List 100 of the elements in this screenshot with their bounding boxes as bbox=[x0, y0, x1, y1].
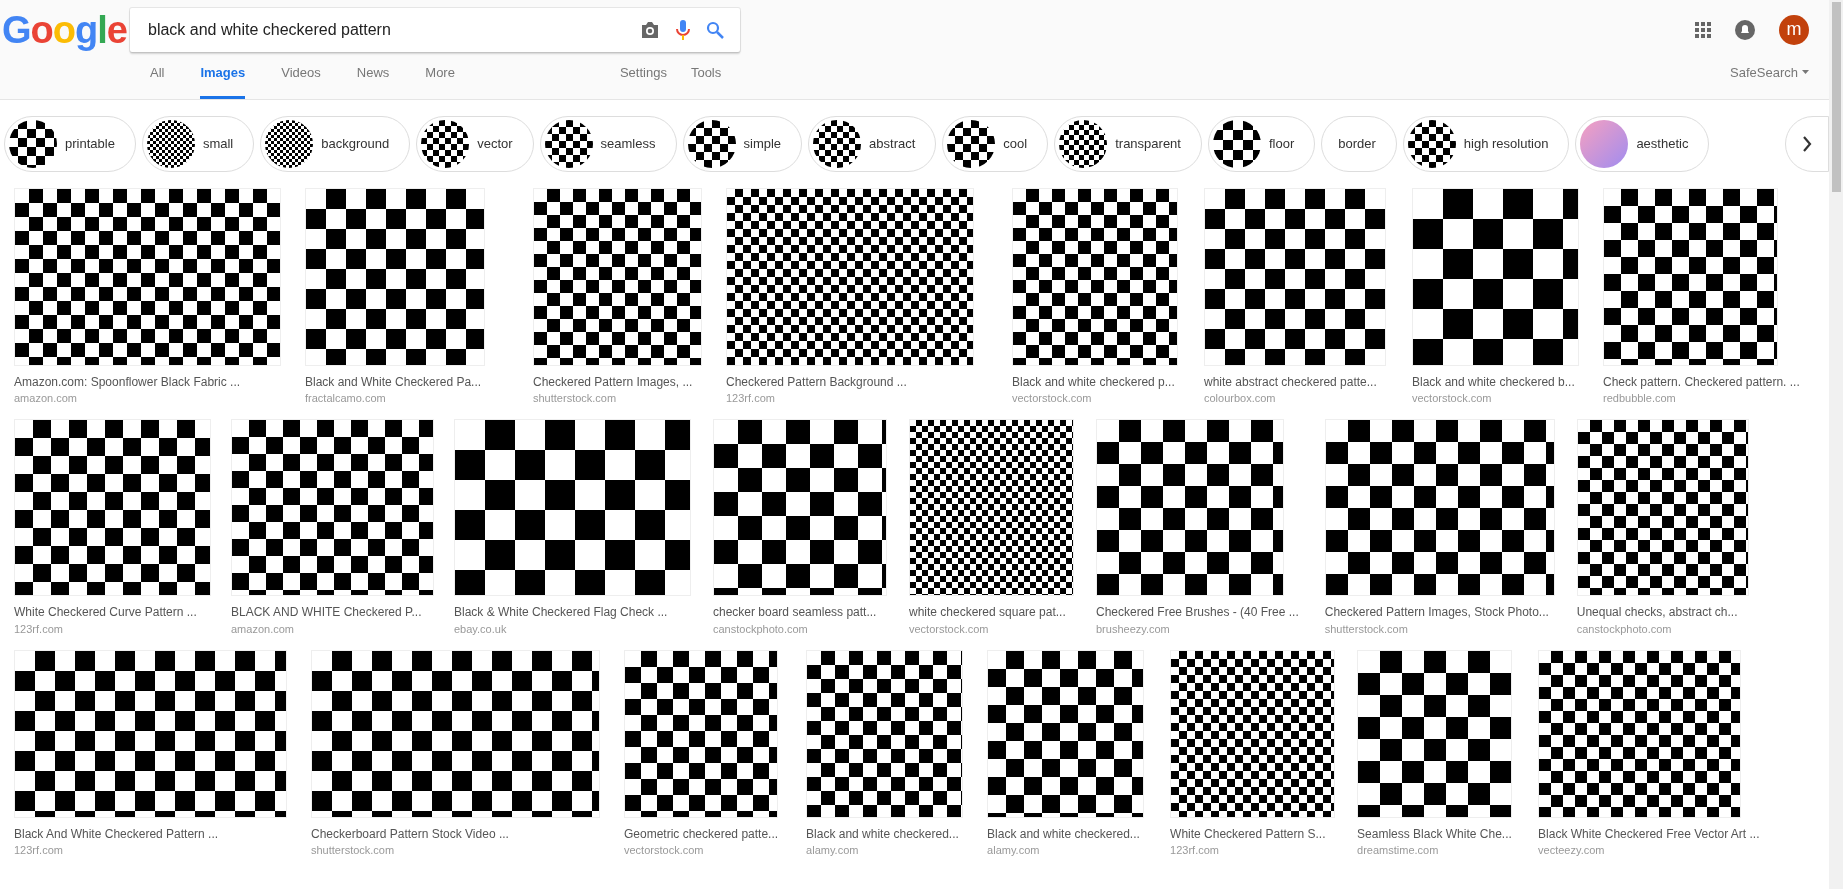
result-title[interactable]: Amazon.com: Spoonflower Black Fabric ... bbox=[14, 374, 281, 392]
result-image[interactable] bbox=[713, 419, 887, 597]
chip-thumbnail bbox=[265, 120, 314, 168]
result-source: alamy.com bbox=[987, 843, 1041, 859]
result-source: shutterstock.com bbox=[1324, 621, 1409, 637]
filter-chip[interactable]: floor bbox=[1207, 116, 1316, 172]
result-image[interactable] bbox=[1603, 188, 1778, 366]
result-title[interactable]: Black and white checkered... bbox=[806, 825, 964, 844]
result-source: vecteezy.com bbox=[1538, 843, 1606, 859]
result-image[interactable] bbox=[624, 649, 778, 818]
result-image[interactable] bbox=[1412, 188, 1579, 366]
result-image[interactable] bbox=[454, 419, 691, 597]
result-image[interactable] bbox=[1357, 649, 1513, 818]
result-image[interactable] bbox=[311, 649, 600, 818]
result-image[interactable] bbox=[987, 649, 1145, 818]
result-image[interactable] bbox=[14, 188, 281, 366]
filter-chip[interactable]: printable bbox=[4, 116, 136, 172]
result-title[interactable]: White Checkered Curve Pattern ... bbox=[14, 604, 211, 622]
result-title[interactable]: Checkered Pattern Images, ... bbox=[533, 374, 702, 392]
filter-chip[interactable]: border bbox=[1321, 116, 1397, 172]
scrollbar[interactable] bbox=[1829, 0, 1843, 889]
account-avatar[interactable]: m bbox=[1779, 15, 1809, 45]
result-image[interactable] bbox=[1012, 188, 1178, 366]
result-image[interactable] bbox=[533, 188, 702, 366]
result-image[interactable] bbox=[1170, 649, 1336, 818]
result-title[interactable]: checker board seamless patt... bbox=[713, 604, 887, 622]
result-source: amazon.com bbox=[231, 621, 295, 637]
result-title[interactable]: Checkered Free Brushes - (40 Free ... bbox=[1096, 604, 1299, 622]
result-source: 123rf.com bbox=[726, 391, 776, 407]
chip-thumbnail bbox=[1580, 120, 1629, 168]
result-title[interactable]: Black and white checkered b... bbox=[1412, 374, 1579, 392]
chip-thumbnail bbox=[687, 120, 736, 168]
tab[interactable]: Videos bbox=[281, 56, 321, 99]
filter-chip[interactable]: abstract bbox=[808, 116, 937, 172]
camera-icon[interactable] bbox=[640, 21, 660, 39]
filter-chip[interactable]: aesthetic bbox=[1575, 116, 1710, 172]
filter-chip[interactable]: transparent bbox=[1054, 116, 1202, 172]
filter-chip[interactable]: cool bbox=[942, 116, 1049, 172]
result-title[interactable]: Seamless Black White Che... bbox=[1357, 825, 1513, 844]
result-image[interactable] bbox=[1538, 649, 1742, 818]
notification-bell-icon[interactable] bbox=[1735, 20, 1755, 40]
result-image[interactable] bbox=[1576, 419, 1749, 597]
result-title[interactable]: Black & White Checkered Flag Check ... bbox=[454, 604, 691, 622]
search-icon[interactable] bbox=[706, 21, 724, 39]
result-image[interactable] bbox=[909, 419, 1074, 597]
caret-icon bbox=[1802, 70, 1809, 75]
result-source: vectorstock.com bbox=[1012, 391, 1093, 407]
result-image[interactable] bbox=[1204, 188, 1386, 366]
result-title[interactable]: Geometric checkered patte... bbox=[624, 825, 779, 844]
result-image[interactable] bbox=[726, 188, 974, 366]
tab[interactable]: More bbox=[425, 56, 455, 99]
result-title[interactable]: Checkered Pattern Images, Stock Photo... bbox=[1324, 604, 1555, 622]
result-source: vectorstock.com bbox=[624, 843, 705, 859]
result-source: dreamstime.com bbox=[1357, 843, 1440, 859]
chevron-right-icon bbox=[1802, 136, 1812, 152]
apps-grid-icon[interactable] bbox=[1695, 22, 1711, 38]
result-title[interactable]: white checkered square pat... bbox=[909, 604, 1074, 622]
result-title[interactable]: Checkered Pattern Background ... bbox=[726, 374, 974, 392]
result-source: canstockphoto.com bbox=[713, 621, 809, 637]
result-title[interactable]: white abstract checkered patte... bbox=[1204, 374, 1386, 392]
result-title[interactable]: BLACK AND WHITE Checkered P... bbox=[231, 604, 434, 622]
chip-thumbnail bbox=[1059, 120, 1108, 168]
result-source: canstockphoto.com bbox=[1576, 621, 1673, 637]
result-title[interactable]: Black White Checkered Free Vector Art ... bbox=[1538, 825, 1760, 844]
result-source: 123rf.com bbox=[14, 621, 64, 637]
result-title[interactable]: Black and White Checkered Pa... bbox=[305, 374, 485, 392]
chip-thumbnail bbox=[947, 120, 996, 168]
filter-chip[interactable]: simple bbox=[682, 116, 803, 172]
result-image[interactable] bbox=[14, 419, 211, 597]
filter-chip[interactable]: background bbox=[260, 116, 411, 172]
safesearch-menu[interactable]: SafeSearch bbox=[1730, 56, 1809, 99]
microphone-icon[interactable] bbox=[676, 19, 690, 41]
toolbar-link[interactable]: Tools bbox=[690, 56, 722, 99]
result-source: redbubble.com bbox=[1603, 391, 1677, 407]
result-title[interactable]: White Checkered Pattern S... bbox=[1170, 825, 1336, 844]
result-image[interactable] bbox=[14, 649, 287, 818]
logo[interactable]: Google bbox=[0, 11, 130, 49]
toolbar-link[interactable]: Settings bbox=[619, 56, 667, 99]
tab[interactable]: News bbox=[356, 56, 390, 99]
filter-chip[interactable]: seamless bbox=[539, 116, 677, 172]
filter-chip[interactable]: small bbox=[141, 116, 255, 172]
result-image[interactable] bbox=[1324, 419, 1555, 597]
result-image[interactable] bbox=[1096, 419, 1284, 597]
result-image[interactable] bbox=[305, 188, 485, 366]
result-source: shutterstock.com bbox=[311, 843, 396, 859]
result-title[interactable]: Check pattern. Checkered pattern. ... bbox=[1603, 374, 1800, 392]
result-title[interactable]: Unequal checks, abstract ch... bbox=[1576, 604, 1749, 622]
tab[interactable]: All bbox=[150, 56, 165, 99]
result-title[interactable]: Black and white checkered p... bbox=[1012, 374, 1178, 392]
search-box[interactable]: black and white checkered pattern bbox=[130, 8, 740, 52]
result-title[interactable]: Black and white checkered... bbox=[987, 825, 1145, 844]
filter-chip[interactable]: high resolution bbox=[1402, 116, 1570, 172]
tab[interactable]: Images bbox=[200, 56, 246, 99]
search-field[interactable]: black and white checkered pattern bbox=[146, 17, 624, 43]
result-title[interactable]: Checkerboard Pattern Stock Video ... bbox=[311, 825, 600, 844]
result-title[interactable]: Black And White Checkered Pattern ... bbox=[14, 825, 287, 844]
result-image[interactable] bbox=[231, 419, 434, 597]
result-source: amazon.com bbox=[14, 391, 78, 407]
filter-chip[interactable]: vector bbox=[416, 116, 534, 172]
result-image[interactable] bbox=[806, 649, 964, 818]
